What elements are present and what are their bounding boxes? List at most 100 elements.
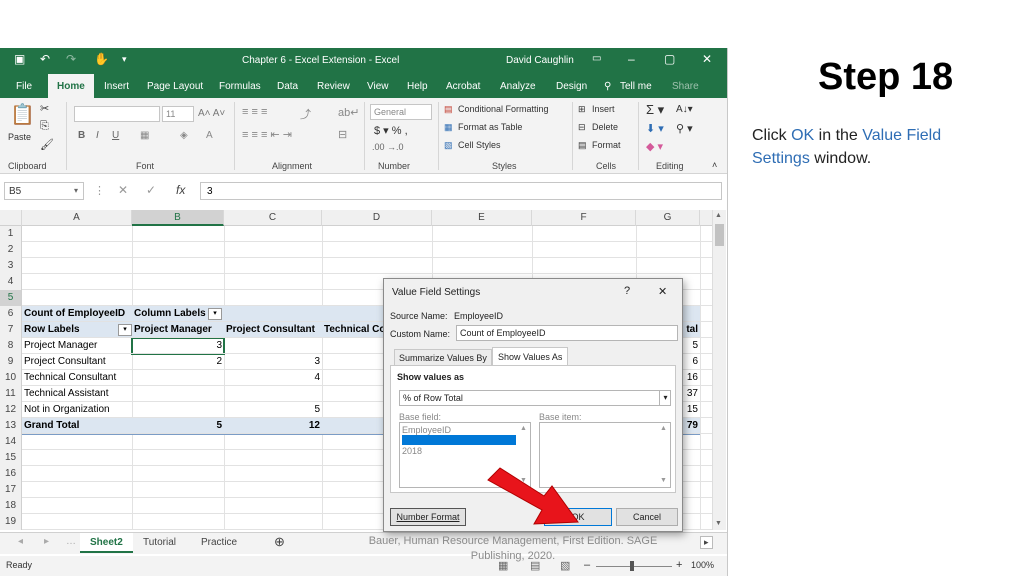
conditional-formatting-button[interactable]: Conditional Formatting — [458, 104, 549, 114]
font-grow-icon[interactable]: A˄ A˅ — [198, 108, 225, 119]
tab-home[interactable]: Home — [48, 74, 94, 98]
tab-help[interactable]: Help — [407, 81, 428, 92]
pivot-row-labels[interactable]: Row Labels — [22, 322, 118, 338]
bold-icon[interactable]: B — [78, 130, 85, 141]
cancel-formula-icon[interactable]: ✕ — [118, 183, 128, 197]
paste-button[interactable]: Paste — [8, 132, 31, 142]
item-scroll-down-icon[interactable]: ▼ — [660, 477, 667, 484]
tab-view[interactable]: View — [367, 81, 389, 92]
row-header[interactable]: 4 — [0, 274, 22, 290]
find-select-icon[interactable]: ⚲ ▾ — [676, 122, 693, 135]
sort-filter-icon[interactable]: A↓▾ — [676, 104, 693, 115]
pivot-col-header-tc[interactable]: Technical Co — [322, 322, 384, 338]
zoom-slider[interactable] — [596, 566, 672, 567]
name-box-dropdown-icon[interactable]: ▾ — [74, 186, 78, 195]
base-field-item[interactable]: EmployeeID — [402, 425, 451, 435]
align-left-icon[interactable]: ≡ ≡ ≡ ⇤ ⇥ — [242, 128, 292, 141]
redo-icon[interactable]: ↷ — [66, 52, 76, 66]
item-scroll-up-icon[interactable]: ▲ — [660, 425, 667, 432]
touch-mode-icon[interactable]: ✋ — [94, 52, 109, 66]
column-labels-filter-icon[interactable]: ▾ — [208, 308, 222, 320]
pivot-cell[interactable] — [224, 386, 322, 402]
pivot-col-header-pc[interactable]: Project Consultant — [224, 322, 322, 338]
row-header[interactable]: 13 — [0, 418, 22, 434]
scroll-up-icon[interactable]: ▲ — [715, 212, 722, 219]
insert-button[interactable]: Insert — [592, 104, 615, 114]
row-header[interactable]: 11 — [0, 386, 22, 402]
formula-input[interactable]: 3 — [200, 182, 722, 200]
currency-icon[interactable]: $ ▾ % , — [374, 124, 408, 137]
undo-icon[interactable]: ↶ — [40, 52, 50, 66]
paste-icon[interactable]: 📋 — [10, 102, 35, 127]
prev-sheet-icon[interactable]: ◂ — [18, 536, 23, 547]
clear-icon[interactable]: ◆ ▾ — [646, 140, 663, 153]
orientation-icon[interactable]: ⤴ — [300, 106, 311, 122]
pivot-cell[interactable] — [224, 338, 322, 354]
underline-icon[interactable]: U — [112, 130, 119, 141]
pivot-cell[interactable]: 2 — [132, 354, 224, 370]
cancel-button[interactable]: Cancel — [616, 508, 678, 526]
column-header-a[interactable]: A — [22, 210, 132, 226]
show-values-dropdown-icon[interactable]: ▾ — [659, 390, 671, 406]
custom-name-input[interactable]: Count of EmployeeID — [456, 325, 678, 341]
zoom-level[interactable]: 100% — [691, 560, 714, 570]
merge-icon[interactable]: ⊟ — [338, 128, 347, 141]
delete-button[interactable]: Delete — [592, 122, 618, 132]
tab-formulas[interactable]: Formulas — [219, 81, 261, 92]
zoom-in-icon[interactable]: + — [676, 559, 682, 571]
fill-icon[interactable]: ⬇ ▾ — [646, 122, 664, 135]
format-as-table-button[interactable]: Format as Table — [458, 122, 522, 132]
next-sheet-icon[interactable]: ▸ — [44, 536, 49, 547]
row-header[interactable]: 8 — [0, 338, 22, 354]
scroll-thumb[interactable] — [715, 224, 724, 246]
number-format-button[interactable]: Number Format — [390, 508, 466, 526]
column-header-g[interactable]: G — [636, 210, 700, 226]
row-header[interactable]: 15 — [0, 450, 22, 466]
user-name[interactable]: David Caughlin — [506, 55, 574, 66]
hscroll-right-icon[interactable]: ▸ — [700, 536, 713, 549]
tab-analyze[interactable]: Analyze — [500, 81, 536, 92]
add-sheet-icon[interactable]: ⊕ — [274, 534, 285, 550]
pivot-count-header[interactable]: Count of EmployeeID — [22, 306, 132, 322]
maximize-icon[interactable]: ▢ — [664, 52, 675, 66]
row-header[interactable]: 5 — [0, 290, 22, 306]
row-header[interactable]: 14 — [0, 434, 22, 450]
wrap-text-icon[interactable]: ab↵ — [338, 106, 359, 119]
dialog-close-button[interactable]: ✕ — [658, 285, 667, 298]
row-header[interactable]: 16 — [0, 466, 22, 482]
list-scroll-up-icon[interactable]: ▲ — [520, 425, 527, 432]
font-color-icon[interactable]: A — [206, 130, 213, 141]
column-header-c[interactable]: C — [224, 210, 322, 226]
pivot-column-labels[interactable]: Column Labels — [132, 306, 208, 322]
select-all-corner[interactable] — [0, 210, 22, 226]
customize-toolbar-icon[interactable]: ▾ — [122, 54, 127, 65]
row-header[interactable]: 3 — [0, 258, 22, 274]
base-field-item[interactable]: 2018 — [402, 446, 422, 456]
vertical-scrollbar[interactable]: ▲ ▼ — [712, 210, 726, 530]
row-header[interactable]: 1 — [0, 226, 22, 242]
column-header-d[interactable]: D — [322, 210, 432, 226]
row-header[interactable]: 2 — [0, 242, 22, 258]
row-header[interactable]: 7 — [0, 322, 22, 338]
tab-review[interactable]: Review — [317, 81, 350, 92]
tab-summarize-values-by[interactable]: Summarize Values By — [394, 349, 492, 366]
row-header[interactable]: 10 — [0, 370, 22, 386]
column-header-e[interactable]: E — [432, 210, 532, 226]
enter-formula-icon[interactable]: ✓ — [146, 183, 156, 197]
pivot-row-label[interactable]: Project Consultant — [22, 354, 132, 370]
format-button[interactable]: Format — [592, 140, 621, 150]
row-header[interactable]: 6 — [0, 306, 22, 322]
font-name-box[interactable] — [74, 106, 160, 122]
cell-styles-button[interactable]: Cell Styles — [458, 140, 501, 150]
row-header[interactable]: 19 — [0, 514, 22, 530]
grand-total-label[interactable]: Grand Total — [22, 418, 132, 434]
tab-file[interactable]: File — [16, 81, 32, 92]
share-button[interactable]: Share — [672, 81, 699, 92]
column-header-b[interactable]: B — [132, 210, 224, 226]
help-button[interactable]: ? — [624, 285, 630, 297]
copy-icon[interactable]: ⎘ — [40, 120, 49, 133]
sheet-tab-tutorial[interactable]: Tutorial — [143, 537, 176, 548]
column-header-f[interactable]: F — [532, 210, 636, 226]
row-header[interactable]: 12 — [0, 402, 22, 418]
pivot-row-label[interactable]: Technical Consultant — [22, 370, 132, 386]
